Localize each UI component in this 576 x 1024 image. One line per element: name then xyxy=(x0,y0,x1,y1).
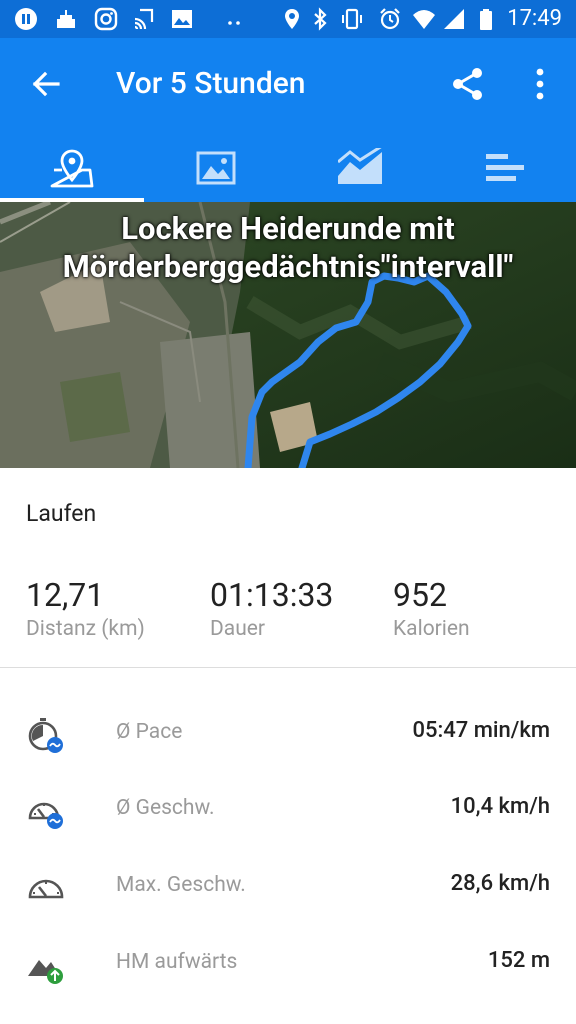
metric-label: HM aufwärts xyxy=(116,950,238,974)
signal-icon xyxy=(444,9,464,29)
tab-charts[interactable] xyxy=(288,140,432,202)
pause-circle-icon xyxy=(15,8,37,30)
alarm-icon xyxy=(380,8,400,30)
stat-distance: 12,71 Distanz (km) xyxy=(26,576,145,642)
cast-icon xyxy=(134,8,154,30)
stat-label: Distanz (km) xyxy=(26,617,145,641)
map-pin-icon xyxy=(50,149,94,188)
instagram-icon xyxy=(94,7,118,31)
vibrate-icon xyxy=(342,8,362,30)
tab-photos[interactable] xyxy=(144,140,288,202)
activity-type: Laufen xyxy=(26,500,97,527)
area-chart-icon xyxy=(338,148,382,184)
elevation-up-icon xyxy=(28,960,63,984)
metric-row-avg-speed: Ø Geschw. 10,4 km/h xyxy=(0,780,576,840)
metric-label: Ø Geschw. xyxy=(116,796,215,820)
metric-row-elevation-up: HM aufwärts 152 m xyxy=(0,934,576,994)
more-vert-icon[interactable] xyxy=(522,64,558,104)
metric-value: 152 m xyxy=(487,948,550,973)
battery-icon xyxy=(480,9,492,30)
stat-value: 12,71 xyxy=(26,576,105,614)
image-icon xyxy=(172,10,192,28)
tab-details[interactable] xyxy=(432,140,576,202)
stat-label: Kalorien xyxy=(393,617,470,641)
stat-calories: 952 Kalorien xyxy=(393,576,470,642)
stat-value: 952 xyxy=(393,576,447,614)
metric-value: 05:47 min/km xyxy=(412,718,550,743)
stat-label: Dauer xyxy=(210,617,266,641)
tab-map[interactable] xyxy=(0,140,144,202)
metric-label: Max. Geschw. xyxy=(116,873,246,897)
wifi-icon xyxy=(413,10,435,29)
bluetooth-icon xyxy=(314,7,327,31)
location-icon xyxy=(285,9,299,29)
route-title: Lockere Heiderunde mit Mörderberggedächt… xyxy=(62,210,514,285)
pace-stopwatch-icon xyxy=(28,718,63,753)
divider xyxy=(0,667,576,668)
metric-value: 10,4 km/h xyxy=(450,794,550,819)
speedometer-avg-icon xyxy=(28,802,63,829)
clock: 17:49 xyxy=(507,6,562,31)
stat-duration: 01:13:33 Dauer xyxy=(210,576,333,642)
metric-label: Ø Pace xyxy=(116,720,183,744)
status-bar: 17:49 xyxy=(0,0,576,38)
cake-icon xyxy=(57,10,75,28)
share-icon[interactable] xyxy=(448,64,488,104)
metric-row-pace: Ø Pace 05:47 min/km xyxy=(0,704,576,764)
image-icon xyxy=(196,151,236,185)
metric-row-max-speed: Max. Geschw. 28,6 km/h xyxy=(0,857,576,917)
dots-icon xyxy=(228,21,240,25)
route-map[interactable]: Lockere Heiderunde mit Mörderberggedächt… xyxy=(0,202,576,468)
stat-value: 01:13:33 xyxy=(210,576,334,614)
bar-list-icon xyxy=(486,154,524,181)
arrow-left-icon[interactable] xyxy=(26,64,66,104)
metric-value: 28,6 km/h xyxy=(450,871,550,896)
speedometer-icon xyxy=(28,879,64,899)
page-title: Vor 5 Stunden xyxy=(116,66,306,101)
app-bar: Vor 5 Stunden xyxy=(0,38,576,202)
